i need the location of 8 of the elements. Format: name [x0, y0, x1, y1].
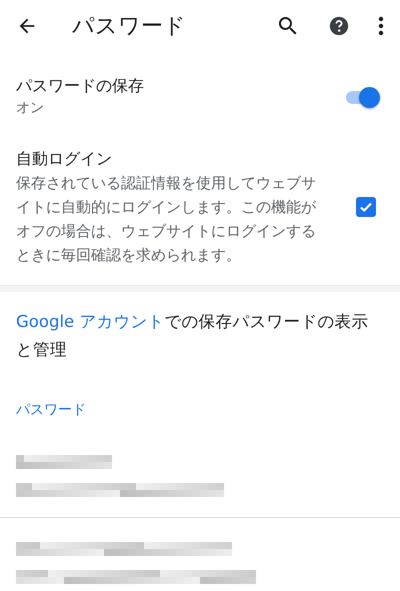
- setting-title: 自動ログイン: [16, 148, 113, 170]
- page-title: パスワード: [72, 12, 187, 40]
- setting-status: オン: [16, 99, 45, 118]
- setting-title: パスワードの保存: [16, 75, 145, 97]
- account-link[interactable]: Google アカウント: [16, 312, 164, 331]
- account-note: Google アカウント での保存パスワードの表示と管理: [15, 311, 370, 361]
- section-header: パスワード: [15, 401, 87, 420]
- setting-description: 保存されている認証情報を使用してウェブサイトに自動的にログインします。この機能がオフの場合は、ウェブサイトにログインするときに毎回確認を求められます。: [16, 173, 317, 266]
